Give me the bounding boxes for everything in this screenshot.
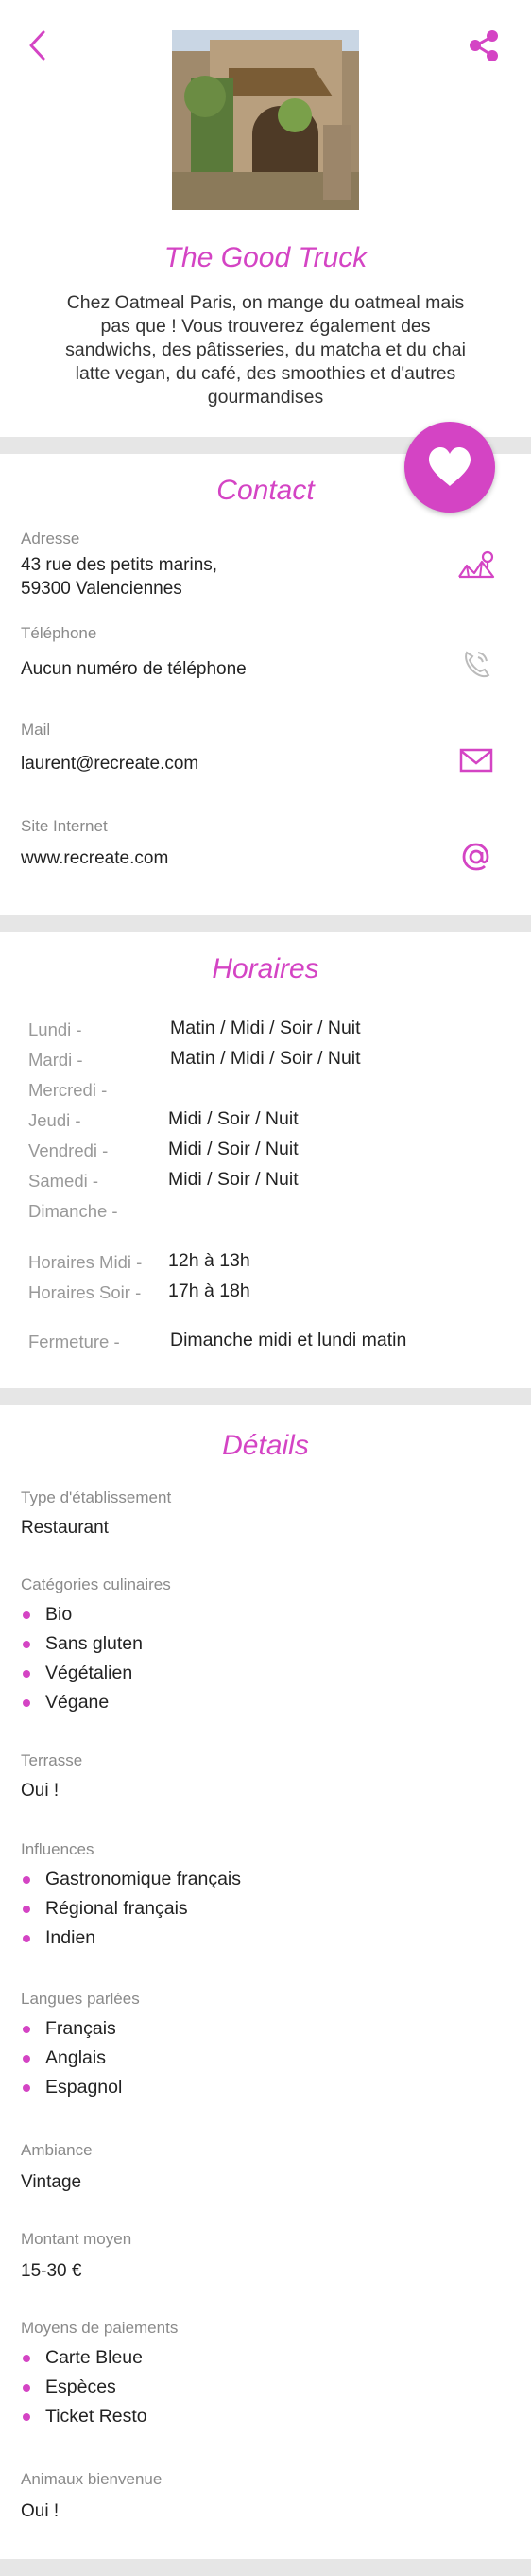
- lunch-hours-value: 12h à 13h: [168, 1250, 250, 1271]
- details-title: Détails: [222, 1430, 309, 1461]
- at-sign-icon: [462, 843, 489, 871]
- day-tuesday-hours: Matin / Midi / Soir / Nuit: [170, 1048, 361, 1069]
- day-monday-hours: Matin / Midi / Soir / Nuit: [170, 1018, 361, 1038]
- average-price-label: Montant moyen: [21, 2230, 132, 2248]
- list-item: Sans gluten: [21, 1629, 143, 1659]
- list-item: Anglais: [21, 2044, 122, 2073]
- list-item: Carte Bleue: [21, 2343, 147, 2373]
- address-label: Adresse: [21, 530, 80, 548]
- back-button[interactable]: [26, 28, 49, 62]
- phone-icon: [465, 651, 490, 678]
- list-item: Végétalien: [21, 1659, 143, 1688]
- list-item: Végane: [21, 1688, 143, 1717]
- separator: [0, 1388, 531, 1405]
- lunch-hours-label: Horaires Midi -: [28, 1252, 143, 1272]
- phone-value: Aucun numéro de téléphone: [21, 659, 247, 679]
- phone-label: Téléphone: [21, 624, 97, 642]
- day-thursday: Jeudi -: [28, 1110, 81, 1130]
- envelope-icon: [459, 748, 493, 773]
- restaurant-description: Chez Oatmeal Paris, on mange du oatmeal …: [65, 292, 466, 408]
- favorite-button[interactable]: [404, 422, 495, 513]
- type-label: Type d'établissement: [21, 1488, 172, 1506]
- list-item: Espèces: [21, 2373, 147, 2402]
- mail-value: laurent@recreate.com: [21, 754, 199, 774]
- horaires-title: Horaires: [212, 953, 319, 984]
- stone-house-photo: [172, 30, 359, 210]
- categories-label: Catégories culinaires: [21, 1575, 171, 1593]
- map-button[interactable]: [457, 548, 495, 583]
- share-icon: [470, 30, 498, 61]
- address-line2: 59300 Valenciennes: [21, 579, 182, 599]
- terrace-value: Oui !: [21, 1781, 60, 1801]
- share-button[interactable]: [467, 28, 501, 62]
- list-item: Indien: [21, 1923, 241, 1953]
- day-sunday: Dimanche -: [28, 1201, 118, 1221]
- day-wednesday: Mercredi -: [28, 1080, 108, 1100]
- phone-button[interactable]: [457, 647, 495, 681]
- languages-list: Français Anglais Espagnol: [21, 2014, 122, 2102]
- list-item: Régional français: [21, 1894, 241, 1923]
- influences-label: Influences: [21, 1840, 94, 1858]
- categories-list: Bio Sans gluten Végétalien Végane: [21, 1600, 143, 1717]
- restaurant-name: The Good Truck: [163, 242, 368, 273]
- website-value: www.recreate.com: [21, 848, 169, 868]
- contact-section: Contact Adresse 43 rue des petits marins…: [0, 454, 531, 915]
- separator: [0, 2559, 531, 2576]
- payment-label: Moyens de paiements: [21, 2319, 179, 2337]
- dinner-hours-value: 17h à 18h: [168, 1280, 250, 1301]
- average-price-value: 15-30 €: [21, 2261, 82, 2281]
- website-label: Site Internet: [21, 817, 108, 835]
- day-saturday: Samedi -: [28, 1171, 99, 1191]
- day-friday-hours: Midi / Soir / Nuit: [168, 1139, 299, 1159]
- pets-label: Animaux bienvenue: [21, 2470, 163, 2488]
- day-monday: Lundi -: [28, 1019, 82, 1039]
- list-item: Français: [21, 2014, 122, 2044]
- list-item: Espagnol: [21, 2073, 122, 2102]
- list-item: Gastronomique français: [21, 1865, 241, 1894]
- day-thursday-hours: Midi / Soir / Nuit: [168, 1108, 299, 1129]
- website-button[interactable]: [457, 840, 495, 874]
- day-tuesday: Mardi -: [28, 1050, 83, 1070]
- ambiance-value: Vintage: [21, 2172, 82, 2192]
- separator: [0, 915, 531, 932]
- list-item: Bio: [21, 1600, 143, 1629]
- mail-label: Mail: [21, 721, 51, 739]
- heart-icon: [429, 447, 471, 486]
- chevron-left-icon: [29, 30, 45, 61]
- pets-value: Oui !: [21, 2501, 60, 2521]
- horaires-section: Horaires Lundi - Matin / Midi / Soir / N…: [0, 932, 531, 1388]
- payment-list: Carte Bleue Espèces Ticket Resto: [21, 2343, 147, 2431]
- address-line1: 43 rue des petits marins,: [21, 555, 218, 575]
- closing-value: Dimanche midi et lundi matin: [170, 1330, 407, 1350]
- closing-label: Fermeture -: [28, 1332, 120, 1351]
- day-friday: Vendredi -: [28, 1140, 109, 1160]
- map-icon: [458, 550, 495, 579]
- details-section: Détails Type d'établissement Restaurant …: [0, 1405, 531, 2559]
- header: The Good Truck Chez Oatmeal Paris, on ma…: [0, 0, 531, 437]
- type-value: Restaurant: [21, 1518, 109, 1538]
- languages-label: Langues parlées: [21, 1990, 140, 2008]
- ambiance-label: Ambiance: [21, 2141, 93, 2159]
- day-saturday-hours: Midi / Soir / Nuit: [168, 1169, 299, 1190]
- mail-button[interactable]: [457, 743, 495, 777]
- list-item: Ticket Resto: [21, 2402, 147, 2431]
- restaurant-detail-page: The Good Truck Chez Oatmeal Paris, on ma…: [0, 0, 531, 2576]
- dinner-hours-label: Horaires Soir -: [28, 1282, 142, 1302]
- terrace-label: Terrasse: [21, 1751, 83, 1769]
- influences-list: Gastronomique français Régional français…: [21, 1865, 241, 1953]
